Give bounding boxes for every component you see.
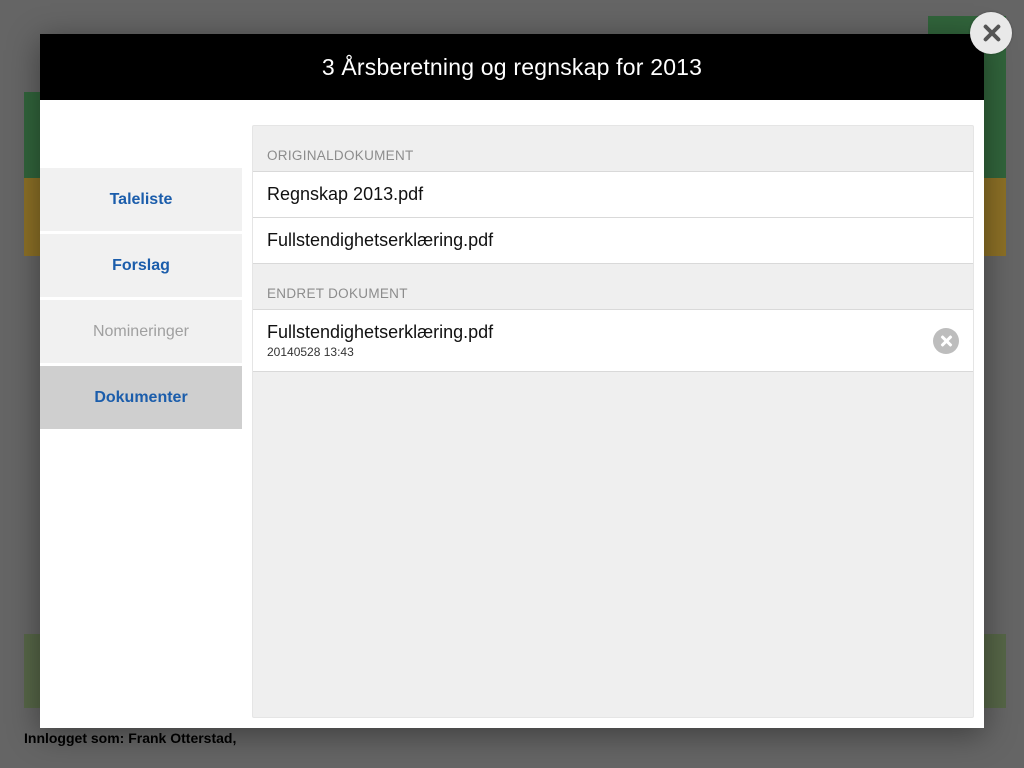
document-row[interactable]: Fullstendighetserklæring.pdf 20140528 13…: [253, 310, 973, 372]
tab-label: Forslag: [112, 257, 170, 275]
modal-content: ORIGINALDOKUMENT Regnskap 2013.pdf Fulls…: [242, 100, 984, 728]
section-heading-original: ORIGINALDOKUMENT: [253, 126, 973, 172]
document-filename: Regnskap 2013.pdf: [267, 184, 423, 205]
document-modal: 3 Årsberetning og regnskap for 2013 Tale…: [40, 34, 984, 728]
tab-forslag[interactable]: Forslag: [40, 234, 242, 297]
tab-label: Dokumenter: [94, 389, 187, 407]
document-filename: Fullstendighetserklæring.pdf: [267, 322, 493, 343]
tab-dokumenter[interactable]: Dokumenter: [40, 366, 242, 429]
document-row[interactable]: Fullstendighetserklæring.pdf: [253, 218, 973, 264]
document-list: ORIGINALDOKUMENT Regnskap 2013.pdf Fulls…: [252, 125, 974, 718]
modal-sidebar: Taleliste Forslag Nomineringer Dokumente…: [40, 100, 242, 728]
document-filename: Fullstendighetserklæring.pdf: [267, 230, 493, 251]
document-timestamp: 20140528 13:43: [267, 345, 493, 359]
close-icon: [939, 334, 953, 348]
logged-in-status: Innlogget som: Frank Otterstad,: [24, 730, 236, 746]
modal-body: Taleliste Forslag Nomineringer Dokumente…: [40, 100, 984, 728]
close-icon: [981, 23, 1001, 43]
modal-title: 3 Årsberetning og regnskap for 2013: [40, 34, 984, 100]
tab-label: Nomineringer: [93, 323, 189, 341]
tab-taleliste[interactable]: Taleliste: [40, 168, 242, 231]
close-modal-button[interactable]: [970, 12, 1012, 54]
document-row[interactable]: Regnskap 2013.pdf: [253, 172, 973, 218]
tab-nomineringer[interactable]: Nomineringer: [40, 300, 242, 363]
delete-document-button[interactable]: [933, 328, 959, 354]
section-heading-changed: ENDRET DOKUMENT: [253, 264, 973, 310]
tab-label: Taleliste: [110, 191, 173, 209]
